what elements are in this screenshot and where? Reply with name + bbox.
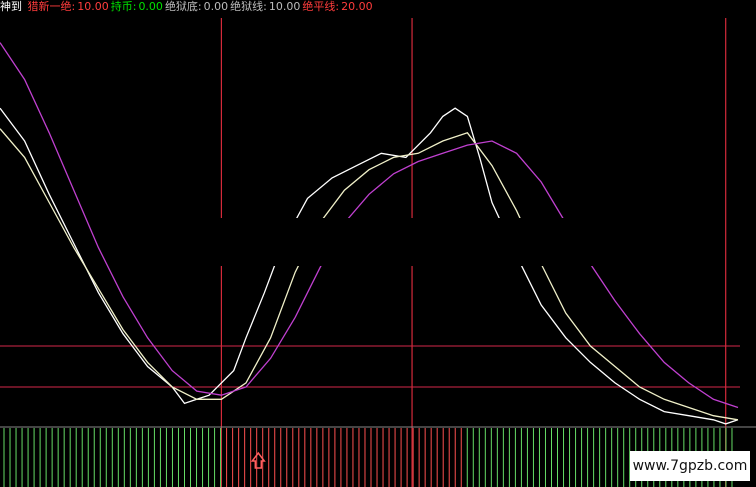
- legend-item-label: 绝狱底:: [164, 0, 202, 13]
- legend-item-label: 猎新一绝:: [27, 0, 76, 13]
- legend-item-value: 0.00: [138, 0, 163, 13]
- legend-item-value: 20.00: [341, 0, 373, 13]
- watermark-text: www.7gpzb.com: [632, 458, 748, 474]
- legend-item-value: 0.00: [203, 0, 229, 13]
- legend-item-label: 绝狱线:: [230, 0, 267, 13]
- indicator-name: 神到: [0, 0, 22, 13]
- watermark: www.7gpzb.com: [630, 451, 750, 481]
- legend-item-value: 10.00: [268, 0, 301, 13]
- legend-item-label: 绝平线:: [302, 0, 340, 13]
- redaction-band: [158, 218, 598, 266]
- indicator-chart: [0, 18, 756, 487]
- indicator-legend: 神到 猎新一绝: 10.00 持币: 0.00 绝狱底: 0.00 绝狱线: 10.00 绝平线…: [0, 0, 430, 14]
- chart-window: 神到 猎新一绝: 10.00 持币: 0.00 绝狱底: 0.00 绝狱线: 10.00 绝平线…: [0, 0, 756, 487]
- legend-items: 猎新一绝: 10.00 持币: 0.00 绝狱底: 0.00 绝狱线: 10.00 绝平线: 20…: [28, 0, 375, 13]
- indicator-line-lagged: [0, 128, 739, 421]
- legend-item-value: 10.00: [77, 0, 109, 13]
- legend-item-label: 持币:: [110, 0, 137, 13]
